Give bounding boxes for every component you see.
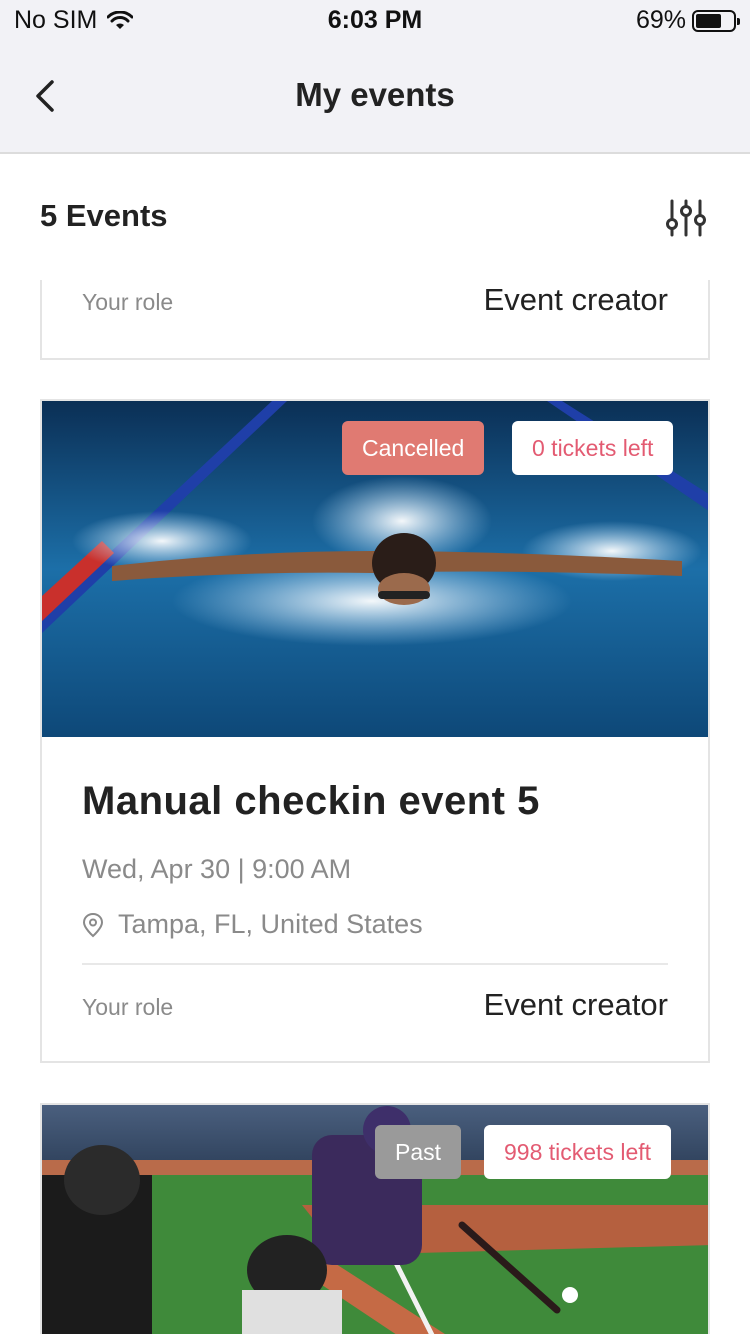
status-right: 69% bbox=[635, 6, 740, 35]
location-pin-icon bbox=[82, 912, 104, 937]
role-label: Your role bbox=[82, 994, 174, 1020]
event-title: Manual checkin event 5 bbox=[82, 779, 540, 823]
role-value: Event creator bbox=[483, 282, 668, 317]
filter-button[interactable] bbox=[664, 198, 708, 238]
battery-icon bbox=[692, 9, 740, 32]
role-label: Your role bbox=[82, 289, 174, 315]
divider bbox=[82, 963, 668, 965]
role-row: Your role Event creator bbox=[82, 282, 668, 318]
battery-percent: 69% bbox=[635, 6, 686, 34]
navigation-bar: My events bbox=[0, 42, 750, 154]
tickets-badge: 0 tickets left bbox=[512, 421, 674, 475]
event-location: Tampa, FL, United States bbox=[82, 909, 423, 940]
event-image: Past 998 tickets left bbox=[42, 1105, 708, 1334]
role-value: Event creator bbox=[483, 987, 668, 1022]
tickets-badge: 998 tickets left bbox=[484, 1125, 672, 1179]
event-card[interactable]: Past 998 tickets left bbox=[40, 1103, 710, 1334]
event-card[interactable]: Cancelled 0 tickets left Manual checkin … bbox=[40, 399, 710, 1063]
sliders-icon bbox=[666, 199, 706, 237]
events-count: 5 Events bbox=[40, 198, 168, 233]
role-row: Your role Event creator bbox=[82, 987, 668, 1023]
event-image: Cancelled 0 tickets left bbox=[42, 401, 708, 737]
event-card-previous[interactable]: Your role Event creator bbox=[40, 280, 710, 360]
status-badge: Past bbox=[375, 1125, 462, 1179]
location-text: Tampa, FL, United States bbox=[118, 909, 423, 939]
battery-fill bbox=[696, 13, 721, 28]
status-bar: No SIM 6:03 PM 69% bbox=[0, 0, 750, 42]
event-datetime: Wed, Apr 30 | 9:00 AM bbox=[82, 854, 352, 884]
page-title: My events bbox=[295, 76, 455, 113]
status-badge: Cancelled bbox=[342, 421, 485, 475]
